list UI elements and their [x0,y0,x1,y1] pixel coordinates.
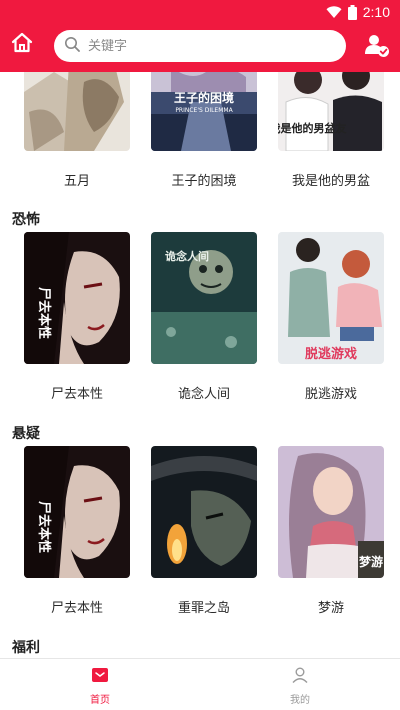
cover-caption: 我是他的男盆友 [278,121,347,135]
comic-cover-wuyue[interactable] [24,72,130,151]
comic-cover-tuotaoyouxi[interactable]: 脱逃游戏 [278,232,384,364]
status-time: 2:10 [362,4,390,20]
home-button[interactable] [9,32,35,58]
user-check-icon [364,35,390,62]
comic-cover-zhongzuizhidao[interactable] [151,446,257,578]
cover-caption: 梦游 [359,554,383,569]
cover-caption: 王子的困境 [174,90,234,105]
comic-title[interactable]: 脱逃游戏 [264,383,398,402]
status-bar: 2:10 [0,0,400,24]
comic-title[interactable]: 我是他的男盆 [264,170,398,189]
cover-subcaption: PRINCE'S DILEMMA [175,107,233,114]
nav-tab-mine[interactable]: 我的 [270,667,330,706]
comic-cover-shiqubenxing[interactable]: 尸去本性 [24,446,130,578]
battery-icon [347,4,357,20]
search-input[interactable] [88,38,308,54]
home-feed[interactable]: 王子的困境 PRINCE'S DILEMMA 我是他的男盆友 五月 王子的困境 … [0,72,400,658]
comic-cover-prince-dilemma[interactable]: 王子的困境 PRINCE'S DILEMMA [151,72,257,151]
search-icon [64,36,88,56]
bottom-navigation: 首页 我的 [0,658,400,710]
home-icon [10,31,34,59]
top-app-bar: 2:10 [0,0,400,72]
cover-caption: 诡念人间 [165,249,209,263]
wifi-icon [326,5,342,19]
nav-tab-home-label: 首页 [90,695,110,706]
nav-tab-mine-label: 我的 [290,695,310,706]
comic-cover-guinianrenjian[interactable]: 诡念人间 [151,232,257,364]
comic-cover-shiqubenxing[interactable]: 尸去本性 [24,232,130,364]
home-tab-icon [91,667,109,687]
comic-title[interactable]: 五月 [10,170,144,189]
comic-cover-boyfriend[interactable]: 我是他的男盆友 [278,72,384,151]
cover-caption: 尸去本性 [36,501,52,553]
comic-title[interactable]: 梦游 [264,597,398,616]
comic-title[interactable]: 王子的困境 [137,170,271,189]
person-icon [291,667,309,687]
cover-caption: 脱逃游戏 [305,346,357,362]
nav-tab-home[interactable]: 首页 [70,667,130,706]
comic-cover-mengyou[interactable]: 梦游 [278,446,384,578]
search-bar[interactable] [54,30,346,62]
comic-title[interactable]: 诡念人间 [137,383,271,402]
comic-title[interactable]: 尸去本性 [10,597,144,616]
section-title-mystery: 悬疑 [12,426,40,442]
section-title-horror: 恐怖 [12,212,40,228]
comic-title[interactable]: 尸去本性 [10,383,144,402]
section-title-welfare: 福利 [12,640,40,656]
cover-caption: 尸去本性 [36,287,52,339]
comic-title[interactable]: 重罪之岛 [137,597,271,616]
user-profile-button[interactable] [364,32,390,58]
